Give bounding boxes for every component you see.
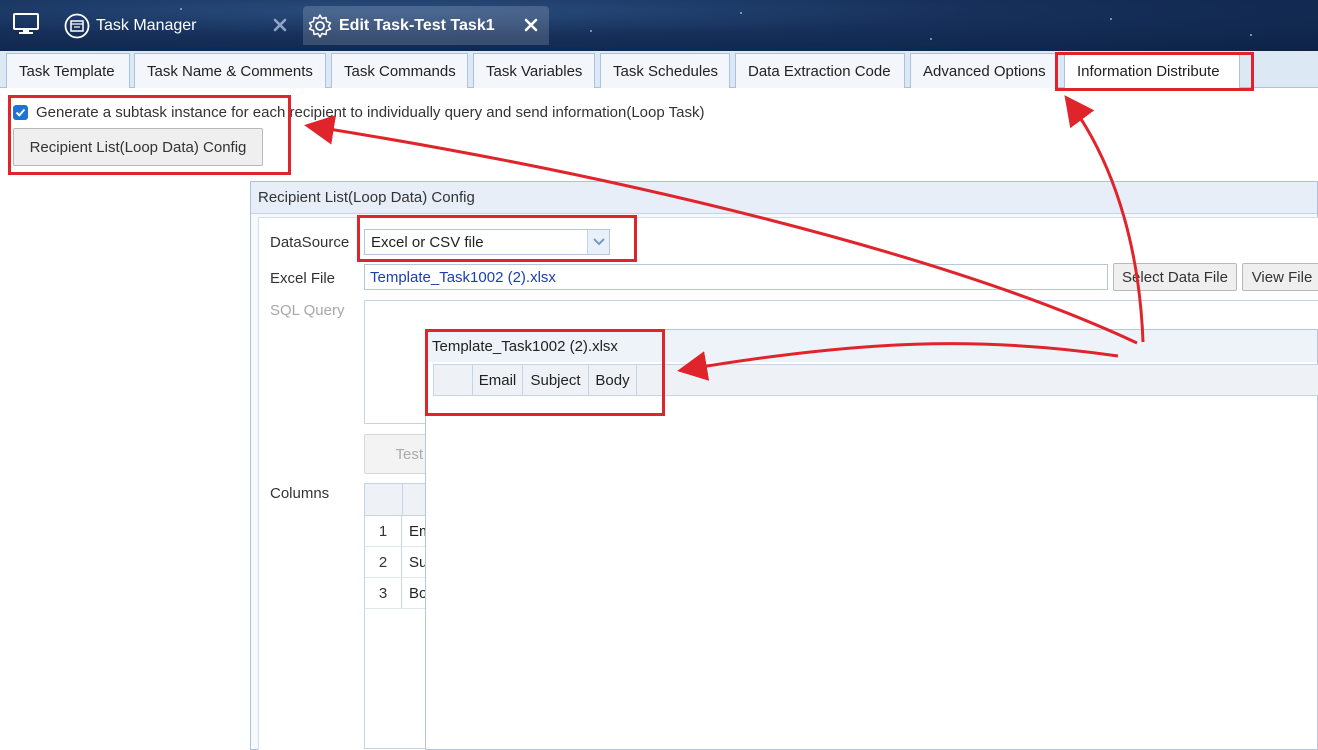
- header-body[interactable]: Body: [589, 365, 637, 395]
- header-email[interactable]: Email: [473, 365, 523, 395]
- datasource-select[interactable]: Excel or CSV file: [364, 229, 610, 255]
- view-file-button[interactable]: View File: [1242, 263, 1318, 291]
- columns-grid-header: [365, 484, 433, 516]
- star-decoration: [740, 12, 742, 14]
- tab-edit-task[interactable]: Edit Task-Test Task1: [303, 6, 549, 45]
- star-decoration: [590, 30, 592, 32]
- loop-task-checkbox[interactable]: [13, 104, 28, 120]
- tab-task-variables[interactable]: Task Variables: [473, 53, 595, 88]
- select-data-file-button[interactable]: Select Data File: [1113, 263, 1237, 291]
- loop-task-option[interactable]: Generate a subtask instance for each rec…: [13, 103, 705, 121]
- dialog-title: Recipient List(Loop Data) Config: [251, 182, 1317, 214]
- datasource-value: Excel or CSV file: [371, 233, 484, 251]
- table-row[interactable]: 1 Em: [365, 516, 433, 547]
- columns-grid: 1 Em 2 Su 3 Bo: [364, 483, 434, 749]
- chevron-down-icon[interactable]: [587, 230, 609, 254]
- tab-data-extraction-code[interactable]: Data Extraction Code: [735, 53, 905, 88]
- row-number: 1: [365, 516, 402, 546]
- excel-file-input[interactable]: Template_Task1002 (2).xlsx: [364, 264, 1108, 290]
- star-decoration: [930, 38, 932, 40]
- monitor-icon[interactable]: [13, 13, 39, 35]
- excel-file-label: Excel File: [270, 270, 336, 287]
- loop-task-label: Generate a subtask instance for each rec…: [36, 103, 705, 121]
- table-row[interactable]: 2 Su: [365, 547, 433, 578]
- row-header-cell: [434, 365, 473, 395]
- title-bar: Task Manager Edit Task-Test Task1: [0, 0, 1318, 51]
- section-tab-bar: Task Template Task Name & Comments Task …: [0, 51, 1318, 89]
- tab-task-template[interactable]: Task Template: [6, 53, 130, 88]
- recipient-list-config-button[interactable]: Recipient List(Loop Data) Config: [13, 128, 263, 166]
- gear-icon: [308, 13, 332, 38]
- preview-title: Template_Task1002 (2).xlsx: [426, 330, 1317, 362]
- tab-advanced-options[interactable]: Advanced Options: [910, 53, 1056, 88]
- test-button[interactable]: Test: [364, 434, 434, 474]
- checkmark-icon: [15, 108, 26, 117]
- tab-task-manager[interactable]: Task Manager: [60, 6, 300, 45]
- datasource-label: DataSource: [270, 234, 350, 251]
- sql-query-label: SQL Query: [270, 302, 345, 319]
- star-decoration: [1110, 18, 1112, 20]
- star-decoration: [1250, 34, 1252, 36]
- tab-task-commands[interactable]: Task Commands: [331, 53, 468, 88]
- preview-table-header: Email Subject Body: [433, 364, 1318, 396]
- tab-task-manager-label: Task Manager: [96, 16, 197, 34]
- task-manager-icon: [64, 13, 90, 38]
- row-number: 3: [365, 578, 402, 608]
- tab-task-schedules[interactable]: Task Schedules: [600, 53, 730, 88]
- tab-information-distribute[interactable]: Information Distribute: [1064, 53, 1240, 89]
- tab-edit-task-label: Edit Task-Test Task1: [339, 16, 495, 34]
- tab-task-name-comments[interactable]: Task Name & Comments: [134, 53, 326, 88]
- close-icon[interactable]: [523, 17, 539, 33]
- table-row[interactable]: 3 Bo: [365, 578, 433, 609]
- file-preview-window: Template_Task1002 (2).xlsx Email Subject…: [425, 329, 1318, 750]
- columns-label: Columns: [270, 485, 330, 502]
- header-subject[interactable]: Subject: [523, 365, 589, 395]
- row-number: 2: [365, 547, 402, 577]
- close-icon[interactable]: [272, 17, 288, 33]
